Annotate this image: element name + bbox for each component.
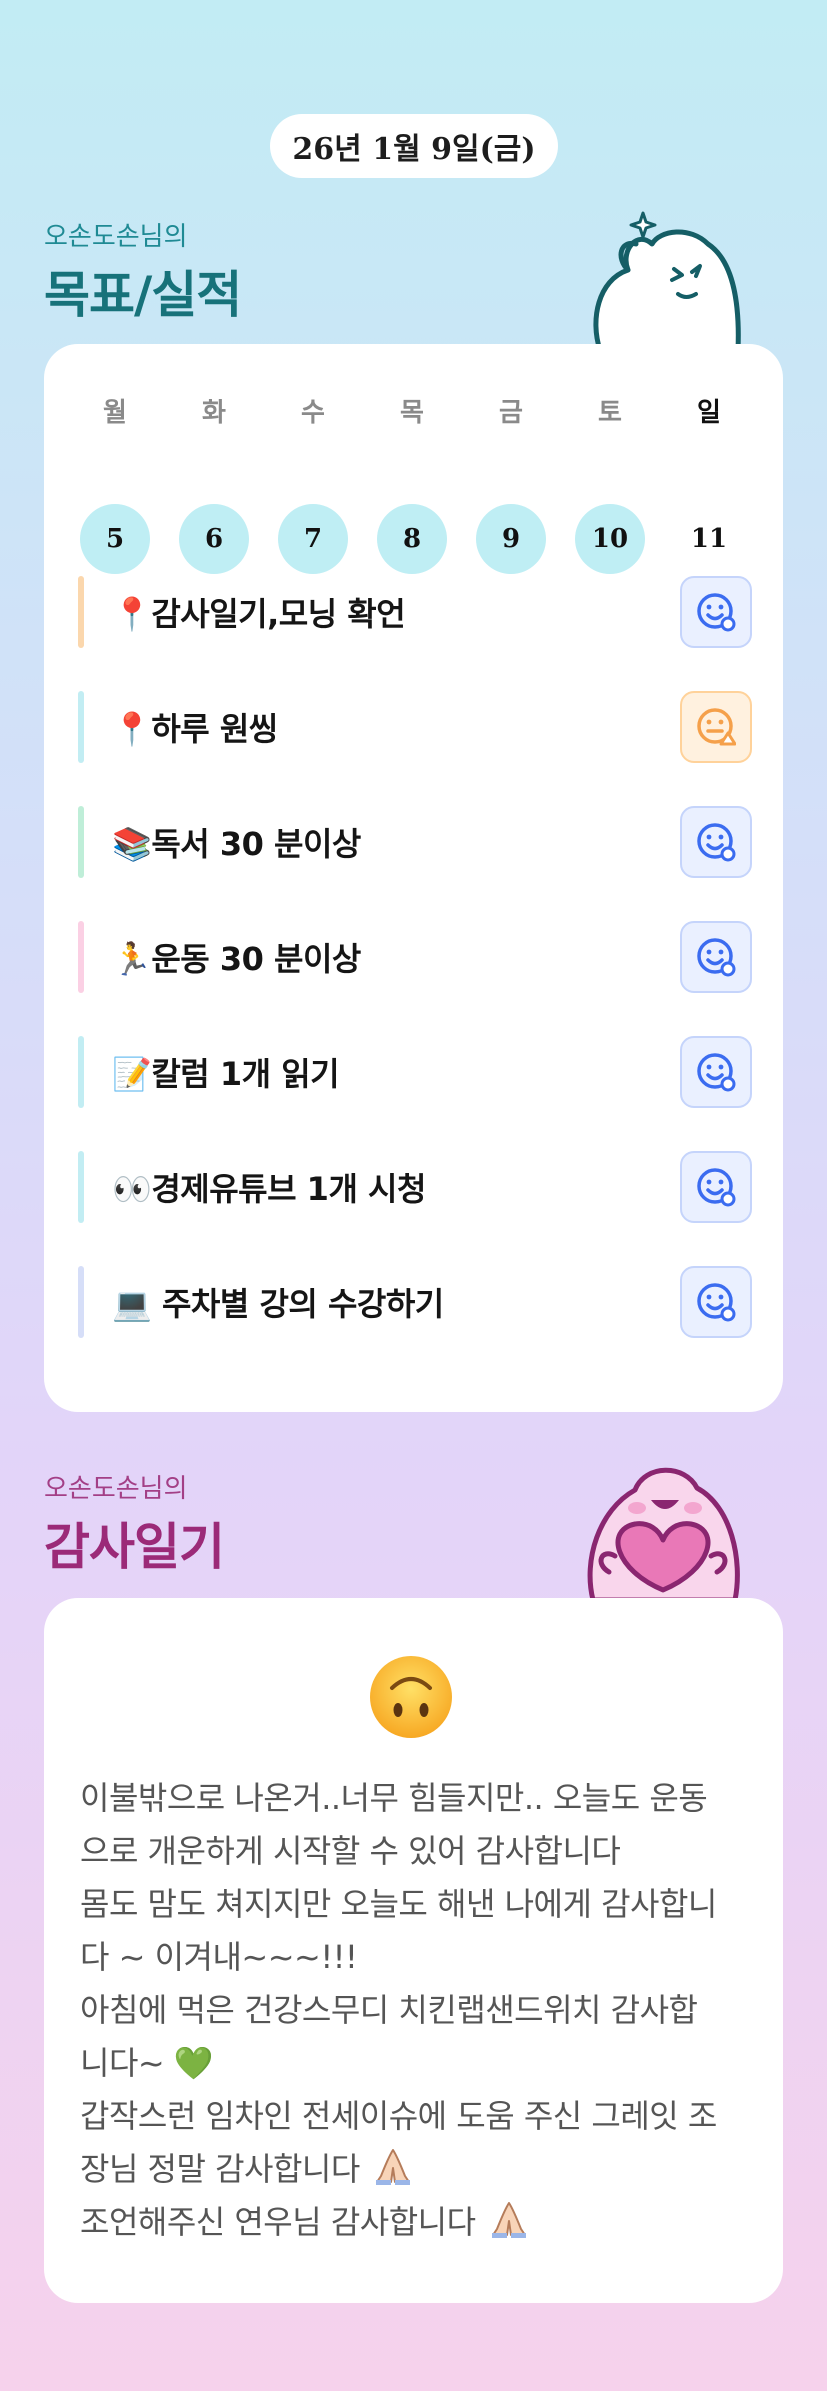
weekday-label: 화	[202, 398, 226, 428]
diary-line: 으로 개운하게 시작할 수 있어 감사합니다	[80, 1832, 621, 1870]
calendar-date[interactable]: 11	[674, 504, 744, 574]
diary-section-header: 오손도손님의 감사일기	[44, 1468, 225, 1579]
goal-card: 월 화 수 목 금 토 일 5 6 7 8 9 10 11 📍감사일기,모닝 확…	[44, 344, 783, 1412]
goal-label: 👀경제유튜브 1개 시청	[112, 1170, 426, 1208]
calendar-date[interactable]: 10	[575, 504, 645, 574]
calendar-date[interactable]: 8	[377, 504, 447, 574]
goal-row[interactable]: 📍감사일기,모닝 확언	[78, 576, 752, 648]
date-badge: 26년 1월 9일(금)	[270, 114, 558, 178]
weekday-label: 일	[697, 398, 721, 428]
diary-line: 이불밖으로 나온거..너무 힘들지만.. 오늘도 운동	[80, 1779, 708, 1817]
goal-color-bar	[78, 1036, 84, 1108]
goal-section-title: 목표/실적	[44, 266, 242, 324]
weekday-label: 수	[301, 398, 325, 428]
smile-icon[interactable]	[680, 921, 752, 993]
goal-color-bar	[78, 576, 84, 648]
weekday-label: 월	[103, 398, 127, 428]
diary-line: 다 ~ 이겨내~~~!!!	[80, 1938, 358, 1976]
goal-label: 🏃운동 30 분이상	[112, 940, 361, 978]
praying-hands-icon	[376, 2149, 411, 2185]
smile-icon[interactable]	[680, 576, 752, 648]
goal-label: 💻 주차별 강의 수강하기	[112, 1285, 444, 1323]
goal-color-bar	[78, 806, 84, 878]
goal-row[interactable]: 📍하루 원씽	[78, 691, 752, 763]
diary-line-text: 장님 정말 감사합니다	[80, 2150, 360, 2188]
diary-line: 갑작스런 임차인 전세이슈에 도움 주신 그레잇 조	[80, 2097, 717, 2135]
calendar-date-selected[interactable]: 9	[476, 504, 546, 574]
calendar-date[interactable]: 5	[80, 504, 150, 574]
diary-line-text: 조언해주신 연우님 감사합니다	[80, 2203, 476, 2241]
heart-mascot-icon	[587, 1467, 740, 1600]
ghost-mascot-icon	[593, 211, 741, 350]
goal-color-bar	[78, 691, 84, 763]
goal-label: 📝칼럼 1개 읽기	[112, 1055, 340, 1093]
diary-card: 이불밖으로 나온거..너무 힘들지만.. 오늘도 운동 으로 개운하게 시작할 …	[44, 1598, 783, 2303]
diary-line-with-icon: 장님 정말 감사합니다	[80, 2143, 760, 2196]
goal-row[interactable]: 📝칼럼 1개 읽기	[78, 1036, 752, 1108]
goal-color-bar	[78, 921, 84, 993]
diary-line: 몸도 맘도 쳐지지만 오늘도 해낸 나에게 감사합니	[80, 1885, 717, 1923]
meh-warning-icon[interactable]	[680, 691, 752, 763]
smile-icon[interactable]	[680, 806, 752, 878]
calendar-date[interactable]: 6	[179, 504, 249, 574]
upside-down-face-icon	[370, 1656, 452, 1738]
goal-color-bar	[78, 1266, 84, 1338]
goal-label: 📍하루 원씽	[112, 710, 278, 748]
goal-label: 📍감사일기,모닝 확언	[112, 595, 406, 633]
diary-line-with-icon: 조언해주신 연우님 감사합니다	[80, 2196, 760, 2249]
diary-line: 아침에 먹은 건강스무디 치킨랩샌드위치 감사합	[80, 1991, 698, 2029]
goal-row[interactable]: 📚독서 30 분이상	[78, 806, 752, 878]
weekday-label: 토	[598, 398, 622, 428]
calendar-date[interactable]: 7	[278, 504, 348, 574]
goal-row[interactable]: 👀경제유튜브 1개 시청	[78, 1151, 752, 1223]
smile-icon[interactable]	[680, 1266, 752, 1338]
weekday-label: 금	[499, 398, 523, 428]
smile-icon[interactable]	[680, 1151, 752, 1223]
smile-icon[interactable]	[680, 1036, 752, 1108]
goal-row[interactable]: 🏃운동 30 분이상	[78, 921, 752, 993]
diary-section-title: 감사일기	[44, 1518, 225, 1576]
praying-hands-icon	[492, 2202, 527, 2238]
diary-line: 니다~ 💚	[80, 2044, 214, 2082]
goal-color-bar	[78, 1151, 84, 1223]
goal-section-subtitle: 오손도손님의	[44, 222, 188, 252]
weekday-label: 목	[400, 398, 424, 428]
goal-section-header: 오손도손님의 목표/실적	[44, 216, 242, 327]
goal-label: 📚독서 30 분이상	[112, 825, 361, 863]
goal-row[interactable]: 💻 주차별 강의 수강하기	[78, 1266, 752, 1338]
diary-section-subtitle: 오손도손님의	[44, 1474, 188, 1504]
